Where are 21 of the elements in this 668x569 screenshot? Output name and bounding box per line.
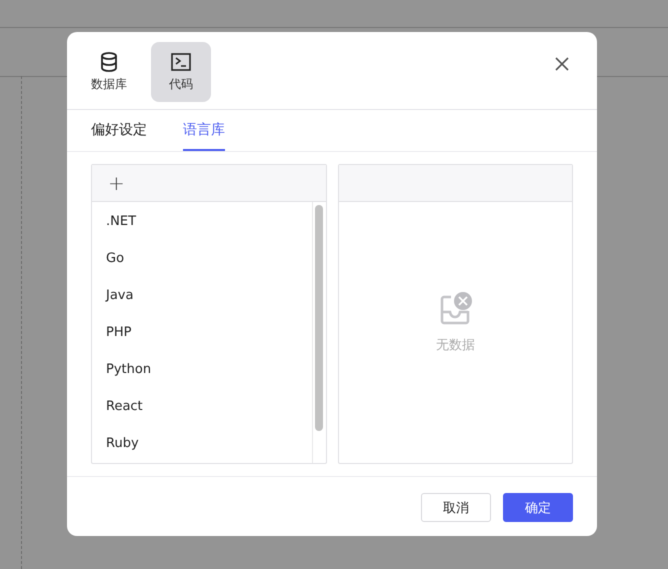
list-item[interactable]: Java bbox=[92, 276, 312, 313]
cancel-button[interactable]: 取消 bbox=[421, 493, 491, 522]
add-button[interactable]: + bbox=[104, 171, 129, 195]
empty-inbox-icon bbox=[438, 292, 472, 326]
tab[interactable]: 偏好设定 bbox=[91, 110, 147, 151]
close-icon bbox=[555, 57, 569, 71]
scrollbar-thumb[interactable] bbox=[315, 205, 323, 431]
list-item[interactable]: PHP bbox=[92, 313, 312, 350]
list-item[interactable]: React bbox=[92, 387, 312, 424]
category-button[interactable]: 代码 bbox=[151, 42, 211, 102]
list-item[interactable]: Python bbox=[92, 350, 312, 387]
empty-message: 无数据 bbox=[436, 336, 475, 354]
list-item[interactable]: Ruby bbox=[92, 424, 312, 461]
list-item[interactable]: .NET bbox=[92, 202, 312, 239]
tab[interactable]: 语言库 bbox=[183, 110, 225, 151]
list-item[interactable]: Go bbox=[92, 239, 312, 276]
scrollbar[interactable] bbox=[312, 202, 326, 463]
terminal-icon bbox=[171, 52, 191, 70]
database-icon bbox=[100, 52, 118, 72]
category-button[interactable]: 数据库 bbox=[79, 42, 139, 102]
confirm-button[interactable]: 确定 bbox=[503, 493, 573, 522]
